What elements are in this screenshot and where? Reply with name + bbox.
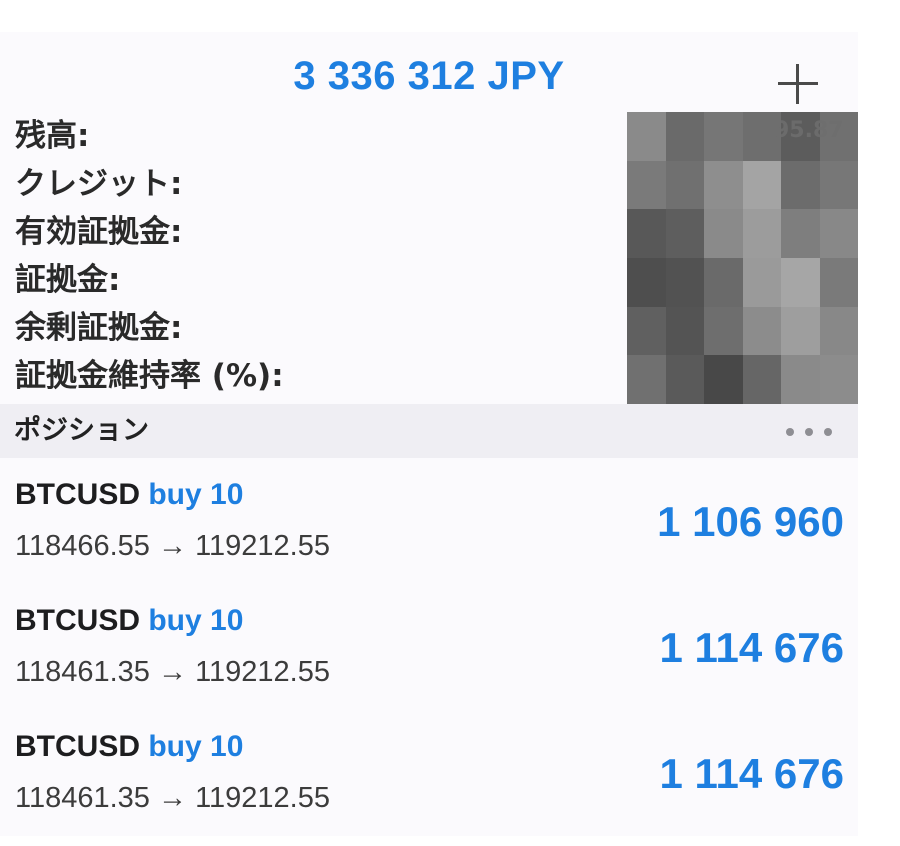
position-side: buy 10 bbox=[148, 604, 244, 637]
current-price: 119212.55 bbox=[195, 782, 330, 814]
position-row[interactable]: BTCUSD buy 10 118466.55 → 119212.55 1 10… bbox=[0, 458, 858, 584]
margin-label: 証拠金: bbox=[15, 262, 121, 298]
account-summary: 残高: クレジット: 有効証拠金: 証拠金: 余剰証拠金: 証拠金維持率 (%)… bbox=[15, 112, 284, 400]
mosaic-cell bbox=[704, 209, 743, 258]
mosaic-cell bbox=[627, 258, 666, 307]
margin-level-label: 証拠金維持率 (%): bbox=[15, 358, 284, 394]
open-price: 118466.55 bbox=[15, 530, 150, 562]
trade-panel: 3 336 312 JPY 残高: クレジット: 有効証拠金: 証拠金: 余剰証… bbox=[0, 32, 858, 836]
position-prices: 118466.55 → 119212.55 bbox=[15, 530, 330, 563]
positions-section-header: ポジション bbox=[0, 404, 858, 458]
mosaic-cell bbox=[627, 355, 666, 404]
balance-label: 残高: bbox=[15, 118, 90, 154]
mosaic-cell bbox=[704, 112, 743, 161]
mosaic-cell bbox=[627, 306, 666, 356]
plus-icon[interactable] bbox=[778, 64, 818, 104]
position-side: buy 10 bbox=[148, 730, 244, 763]
mosaic-cell bbox=[819, 306, 858, 356]
positions-list: BTCUSD buy 10 118466.55 → 119212.55 1 10… bbox=[0, 458, 858, 836]
mosaic-cell bbox=[819, 160, 858, 210]
mosaic-cell bbox=[704, 160, 743, 210]
position-row[interactable]: BTCUSD buy 10 118461.35 → 119212.55 1 11… bbox=[0, 710, 858, 836]
mosaic-cell bbox=[781, 306, 820, 356]
position-symbol: BTCUSD bbox=[15, 730, 140, 763]
position-profit: 1 114 676 bbox=[659, 624, 844, 671]
mosaic-cell bbox=[781, 258, 820, 307]
position-profit: 1 106 960 bbox=[657, 498, 844, 545]
mosaic-cell bbox=[819, 209, 858, 258]
mosaic-cell bbox=[781, 355, 820, 404]
mosaic-cell bbox=[704, 355, 743, 404]
mosaic-cell bbox=[742, 160, 781, 210]
mosaic-cell bbox=[819, 355, 858, 404]
balance-display: 3 336 312 JPY bbox=[293, 54, 565, 98]
mosaic-cell bbox=[665, 112, 704, 161]
mosaic-cell bbox=[627, 160, 666, 210]
position-symbol: BTCUSD bbox=[15, 604, 140, 637]
mosaic-cell bbox=[819, 258, 858, 307]
mosaic-cell bbox=[704, 306, 743, 356]
mosaic-cell bbox=[665, 258, 704, 307]
position-prices: 118461.35 → 119212.55 bbox=[15, 656, 330, 689]
mosaic-cell bbox=[665, 306, 704, 356]
more-horizontal-icon[interactable] bbox=[786, 428, 832, 436]
equity-label: 有効証拠金: bbox=[15, 214, 183, 250]
mosaic-cell bbox=[742, 258, 781, 307]
position-title: BTCUSD buy 10 bbox=[15, 478, 243, 512]
mosaic-cell bbox=[704, 258, 743, 307]
arrow-right-icon: → bbox=[158, 530, 187, 562]
mosaic-cell bbox=[781, 209, 820, 258]
position-title: BTCUSD buy 10 bbox=[15, 604, 243, 638]
mosaic-cell bbox=[665, 355, 704, 404]
position-symbol: BTCUSD bbox=[15, 478, 140, 511]
position-row[interactable]: BTCUSD buy 10 118461.35 → 119212.55 1 11… bbox=[0, 584, 858, 710]
arrow-right-icon: → bbox=[158, 656, 187, 688]
mosaic-cell bbox=[742, 355, 781, 404]
mosaic-cell bbox=[627, 209, 666, 258]
masked-value-fragment: 95.87 bbox=[774, 118, 844, 143]
position-profit: 1 114 676 bbox=[659, 750, 844, 797]
open-price: 118461.35 bbox=[15, 782, 150, 814]
positions-title: ポジション bbox=[14, 415, 149, 446]
position-side: buy 10 bbox=[148, 478, 244, 511]
current-price: 119212.55 bbox=[195, 656, 330, 688]
position-title: BTCUSD buy 10 bbox=[15, 730, 243, 764]
mosaic-cell bbox=[742, 209, 781, 258]
open-price: 118461.35 bbox=[15, 656, 150, 688]
mosaic-cell bbox=[665, 209, 704, 258]
arrow-right-icon: → bbox=[158, 782, 187, 814]
current-price: 119212.55 bbox=[195, 530, 330, 562]
position-prices: 118461.35 → 119212.55 bbox=[15, 782, 330, 815]
mosaic-cell bbox=[627, 112, 666, 161]
free-margin-label: 余剰証拠金: bbox=[15, 310, 183, 346]
mosaic-cell bbox=[781, 160, 820, 210]
mosaic-cell bbox=[665, 160, 704, 210]
mosaic-cell bbox=[742, 306, 781, 356]
pixelated-values-mask: 95.87 bbox=[627, 112, 858, 404]
credit-label: クレジット: bbox=[15, 166, 183, 202]
